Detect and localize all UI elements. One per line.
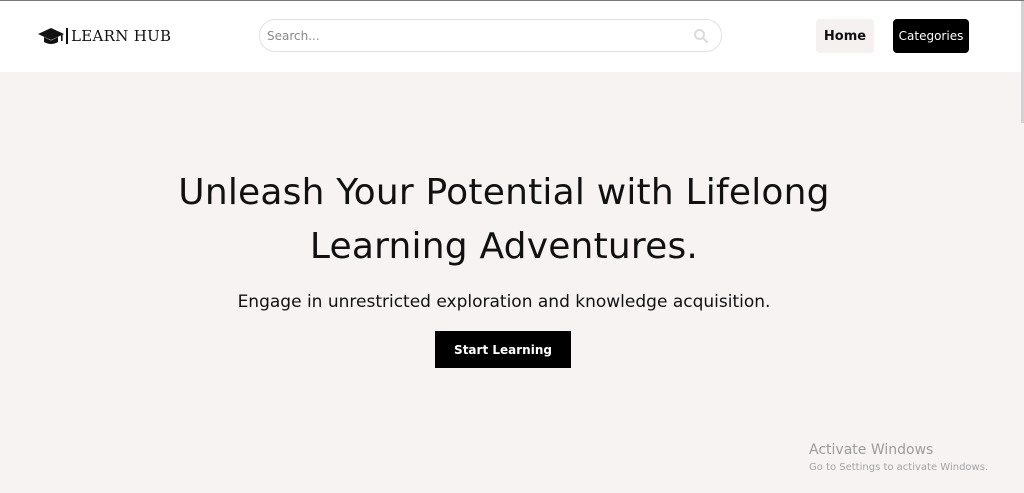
hero-title-line-2: Learning Adventures.: [309, 226, 699, 267]
brand-logo[interactable]: LEARN HUB: [38, 26, 171, 46]
brand-name: LEARN HUB: [71, 27, 172, 45]
activate-windows-title: Activate Windows: [809, 442, 934, 458]
graduation-cap-icon: [38, 26, 64, 46]
search-bar: [259, 19, 722, 52]
start-learning-button[interactable]: Start Learning: [435, 331, 571, 368]
categories-button[interactable]: Categories: [893, 19, 969, 53]
hero-subtitle: Engage in unrestricted exploration and k…: [237, 292, 771, 312]
hero-title-line-1: Unleash Your Potential with Lifelong: [178, 172, 830, 213]
activate-windows-subtitle: Go to Settings to activate Windows.: [809, 462, 989, 473]
hero-title: Unleash Your Potential with Lifelong Lea…: [150, 166, 858, 274]
search-icon[interactable]: [693, 28, 709, 44]
logo-divider: [66, 28, 68, 44]
home-button[interactable]: Home: [816, 19, 874, 53]
search-input[interactable]: [267, 20, 687, 51]
